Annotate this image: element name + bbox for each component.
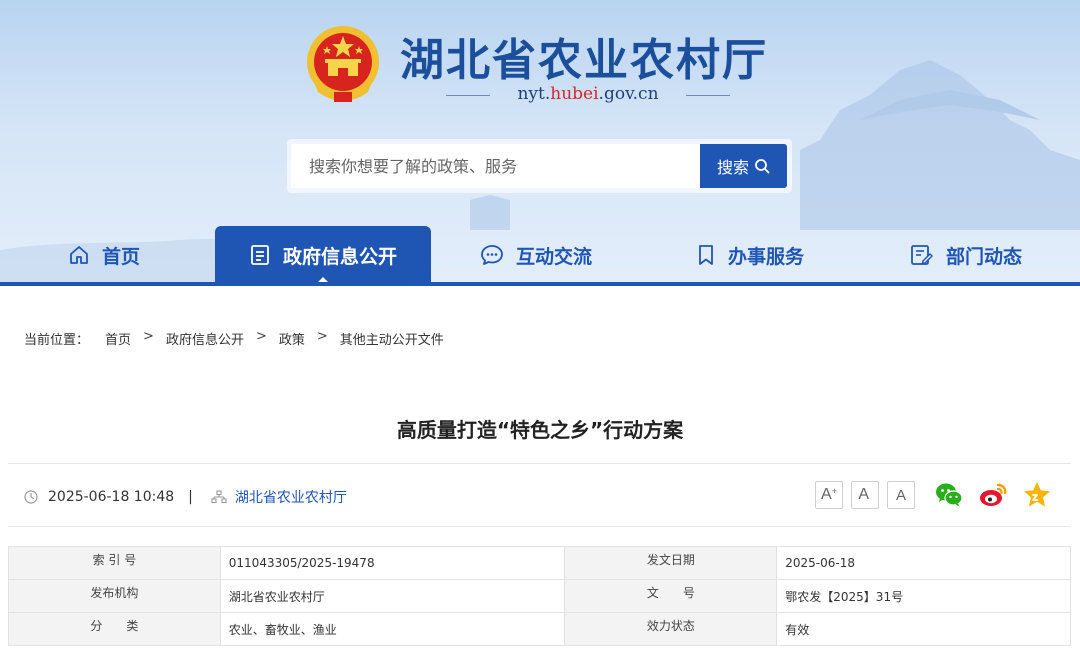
table-key: 效力状态 [564, 612, 778, 646]
domain-line-right [686, 95, 730, 96]
share-buttons [934, 480, 1052, 510]
national-emblem-icon [307, 26, 379, 102]
font-reset-button[interactable]: A [851, 481, 879, 509]
nav-item-label: 部门动态 [946, 245, 1023, 268]
table-key: 分 类 [8, 612, 221, 646]
font-decrease-button[interactable]: A [887, 481, 915, 509]
nav-item-label: 互动交流 [516, 245, 593, 268]
main-nav: 首页 政府信息公开 互动交流 办事服务 部门动态 [0, 226, 1080, 284]
nav-item-interaction[interactable]: 互动交流 [480, 226, 592, 284]
document-icon [251, 245, 269, 265]
nav-item-label: 首页 [102, 245, 141, 268]
table-key: 索 引 号 [8, 546, 221, 580]
document-info-table: 索 引 号 011043305/2025-19478 发文日期 2025-06-… [8, 546, 1071, 646]
breadcrumb-item-policy[interactable]: 政策 [279, 329, 305, 348]
nav-item-gov-info[interactable]: 政府信息公开 [215, 226, 431, 284]
favorite-icon[interactable] [1022, 480, 1052, 510]
search-icon [755, 159, 770, 174]
table-value: 有效 [776, 612, 1071, 646]
breadcrumb-separator: > [316, 329, 328, 344]
bookmark-icon [699, 245, 713, 265]
font-increase-button[interactable]: A + [815, 481, 843, 509]
nav-item-label: 政府信息公开 [282, 245, 397, 268]
search-input[interactable] [291, 144, 703, 188]
breadcrumb: 当前位置： 首页 > 政府信息公开 > 政策 > 其他主动公开文件 [24, 329, 444, 348]
home-icon [70, 246, 88, 264]
breadcrumb-item-home[interactable]: 首页 [105, 329, 131, 348]
table-key: 文 号 [564, 579, 778, 613]
table-key: 发文日期 [564, 546, 778, 580]
article-title: 高质量打造“特色之乡”行动方案 [396, 418, 684, 442]
search-box: 搜索 [287, 139, 792, 193]
site-domain: nyt.hubei.gov.cn [446, 84, 730, 106]
table-row: 分 类 农业、畜牧业、渔业 效力状态 有效 [8, 612, 1071, 646]
organization-icon [211, 490, 227, 504]
table-value: 鄂农发【2025】31号 [776, 579, 1071, 613]
breadcrumb-item-gov-info[interactable]: 政府信息公开 [166, 329, 244, 348]
table-value: 2025-06-18 [776, 546, 1071, 580]
site-domain-text: nyt.hubei.gov.cn [500, 84, 676, 104]
news-icon [911, 245, 933, 265]
search-button[interactable]: 搜索 [700, 144, 787, 188]
publisher-link[interactable]: 湖北省农业农村厅 [235, 487, 347, 507]
search-button-label: 搜索 [716, 158, 749, 177]
table-row: 发布机构 湖北省农业农村厅 文 号 鄂农发【2025】31号 [8, 579, 1071, 613]
divider [8, 526, 1071, 527]
clock-icon [24, 490, 38, 504]
chat-icon [481, 245, 503, 265]
nav-item-label: 办事服务 [728, 245, 805, 268]
domain-highlight: hubei [550, 84, 599, 104]
weibo-icon[interactable] [978, 480, 1008, 510]
breadcrumb-separator: > [255, 329, 267, 344]
domain-prefix: nyt. [517, 84, 551, 104]
site-header: 湖北省农业农村厅 nyt.hubei.gov.cn 搜索 首页 [0, 0, 1080, 284]
font-size-controls: A + A A [815, 481, 915, 509]
breadcrumb-label: 当前位置： [24, 333, 90, 348]
article-meta: 2025-06-18 10:48 | 湖北省农业农村厅 [24, 486, 347, 508]
site-title: 湖北省农业农村厅 [400, 35, 768, 86]
wechat-icon[interactable] [934, 480, 964, 510]
nav-item-home[interactable]: 首页 [68, 226, 140, 284]
publish-datetime: 2025-06-18 10:48 [48, 489, 175, 505]
meta-separator: | [188, 489, 193, 505]
table-key: 发布机构 [8, 579, 221, 613]
table-value: 湖北省农业农村厅 [219, 579, 566, 613]
breadcrumb-separator: > [143, 329, 154, 344]
domain-line-left [446, 95, 490, 96]
domain-suffix: .gov.cn [598, 84, 659, 104]
table-value: 农业、畜牧业、渔业 [219, 612, 566, 646]
nav-item-services[interactable]: 办事服务 [696, 226, 804, 284]
breadcrumb-item-other-docs[interactable]: 其他主动公开文件 [340, 329, 444, 348]
table-row: 索 引 号 011043305/2025-19478 发文日期 2025-06-… [8, 546, 1071, 580]
nav-underline [0, 282, 1080, 286]
table-value: 011043305/2025-19478 [219, 546, 566, 580]
nav-item-department-news[interactable]: 部门动态 [910, 226, 1022, 284]
divider [8, 463, 1071, 464]
